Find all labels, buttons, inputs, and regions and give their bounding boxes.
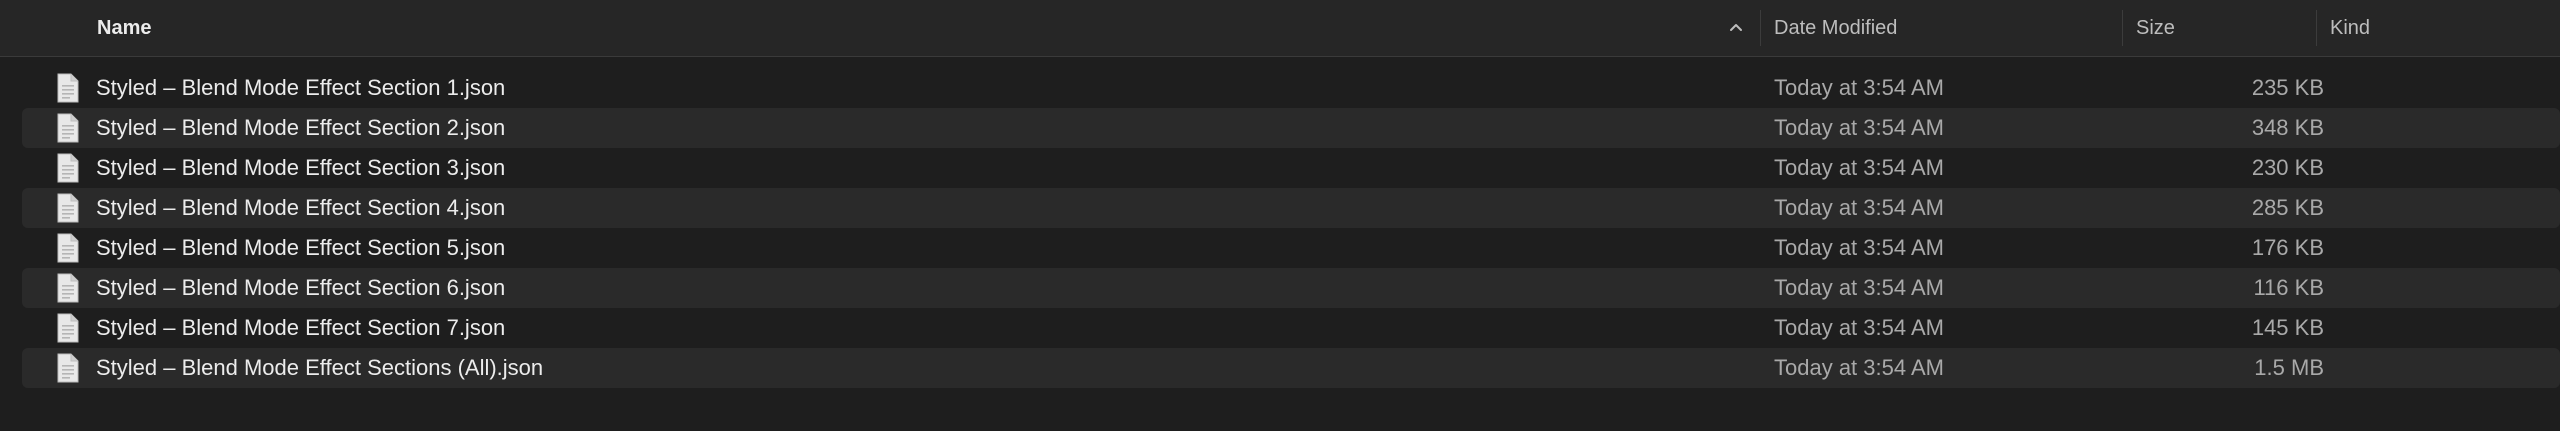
document-icon (56, 193, 80, 223)
file-date-modified: Today at 3:54 AM (1774, 355, 1944, 380)
file-name: Styled – Blend Mode Effect Section 6.jso… (96, 275, 506, 300)
file-row[interactable]: Styled – Blend Mode Effect Section 6.jso… (22, 268, 2560, 308)
column-divider[interactable] (2122, 10, 2123, 46)
file-date-modified: Today at 3:54 AM (1774, 195, 1944, 220)
column-header-date-modified[interactable]: Date Modified (1774, 0, 2104, 56)
file-size: 348 KB (2251, 115, 2324, 140)
document-icon (56, 353, 80, 383)
chevron-up-icon[interactable] (1727, 18, 1745, 36)
file-row[interactable]: Styled – Blend Mode Effect Section 3.jso… (22, 148, 2560, 188)
file-row[interactable]: Styled – Blend Mode Effect Section 1.jso… (22, 68, 2560, 108)
file-size: 176 KB (2251, 235, 2324, 260)
file-date-modified: Today at 3:54 AM (1774, 235, 1944, 260)
file-name: Styled – Blend Mode Effect Section 4.jso… (96, 195, 506, 220)
file-name: Styled – Blend Mode Effect Section 2.jso… (96, 115, 506, 140)
document-icon (56, 233, 80, 263)
document-icon (56, 73, 80, 103)
file-size: 285 KB (2251, 195, 2324, 220)
file-row[interactable]: Styled – Blend Mode Effect Section 7.jso… (22, 308, 2560, 348)
file-name: Styled – Blend Mode Effect Section 5.jso… (96, 235, 506, 260)
document-icon (56, 153, 80, 183)
file-name: Styled – Blend Mode Effect Section 1.jso… (96, 75, 506, 100)
file-date-modified: Today at 3:54 AM (1774, 115, 1944, 140)
file-row[interactable]: Styled – Blend Mode Effect Section 2.jso… (22, 108, 2560, 148)
file-list: Styled – Blend Mode Effect Section 1.jso… (0, 68, 2560, 388)
column-divider[interactable] (2316, 10, 2317, 46)
file-date-modified: Today at 3:54 AM (1774, 75, 1944, 100)
file-date-modified: Today at 3:54 AM (1774, 275, 1944, 300)
column-divider[interactable] (1760, 10, 1761, 46)
file-row[interactable]: Styled – Blend Mode Effect Sections (All… (22, 348, 2560, 388)
file-size: 230 KB (2251, 155, 2324, 180)
file-name: Styled – Blend Mode Effect Sections (All… (96, 355, 544, 380)
column-header-size[interactable]: Size (2136, 0, 2306, 56)
file-row[interactable]: Styled – Blend Mode Effect Section 5.jso… (22, 228, 2560, 268)
file-size: 116 KB (2253, 275, 2324, 300)
column-header-bar: Name Date Modified Size Kind (0, 0, 2560, 57)
document-icon (56, 273, 80, 303)
file-size: 235 KB (2251, 75, 2324, 100)
file-date-modified: Today at 3:54 AM (1774, 155, 1944, 180)
file-row[interactable]: Styled – Blend Mode Effect Section 4.jso… (22, 188, 2560, 228)
file-date-modified: Today at 3:54 AM (1774, 315, 1944, 340)
document-icon (56, 313, 80, 343)
column-header-kind[interactable]: Kind (2330, 0, 2550, 56)
file-size: 1.5 MB (2254, 355, 2324, 380)
file-size: 145 KB (2251, 315, 2324, 340)
finder-list-view: Name Date Modified Size Kind Styled – Bl… (0, 0, 2560, 431)
file-name: Styled – Blend Mode Effect Section 7.jso… (96, 315, 506, 340)
file-name: Styled – Blend Mode Effect Section 3.jso… (96, 155, 506, 180)
column-header-name[interactable]: Name (97, 0, 1757, 56)
document-icon (56, 113, 80, 143)
